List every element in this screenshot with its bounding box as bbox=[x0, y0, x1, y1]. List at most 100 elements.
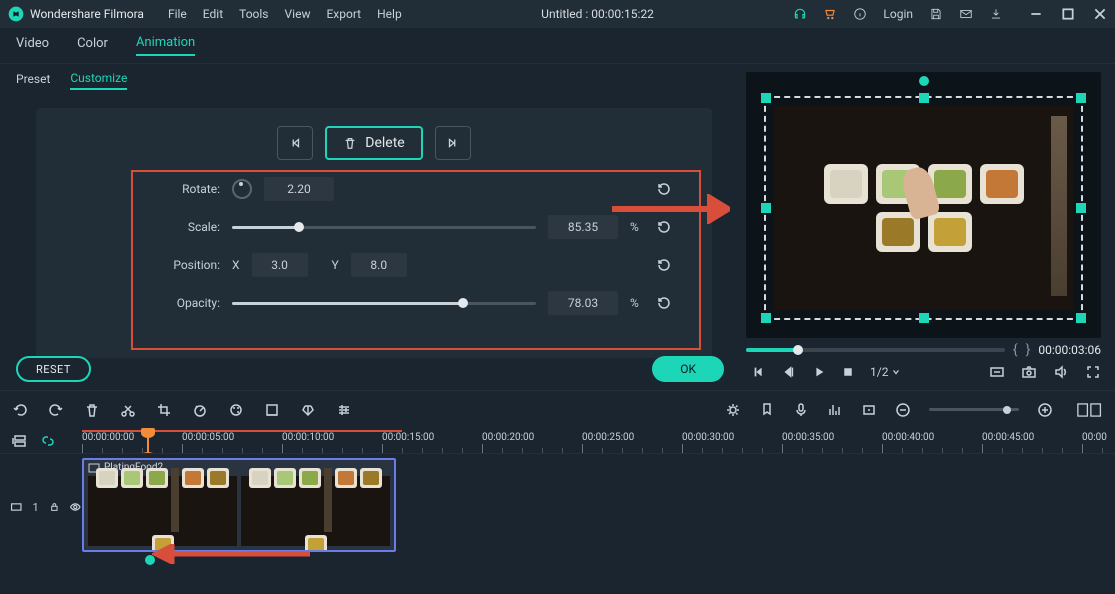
keyframe-next-button[interactable] bbox=[435, 126, 471, 160]
handle-top-right[interactable] bbox=[1076, 93, 1086, 103]
opacity-row: Opacity: % bbox=[36, 284, 712, 322]
preview-zoom-select[interactable]: 1/2 bbox=[870, 365, 900, 379]
fullscreen-icon[interactable] bbox=[1085, 364, 1101, 380]
rotate-handle[interactable] bbox=[919, 76, 929, 86]
scale-slider[interactable] bbox=[232, 226, 536, 229]
voiceover-icon[interactable] bbox=[793, 402, 809, 418]
undo-icon[interactable] bbox=[12, 402, 28, 418]
tab-animation[interactable]: Animation bbox=[136, 35, 195, 56]
keyframe-prev-button[interactable] bbox=[277, 126, 313, 160]
customize-panel: Delete Rotate: Scale: % bbox=[36, 108, 712, 358]
cart-icon[interactable] bbox=[823, 7, 837, 21]
support-icon[interactable] bbox=[793, 7, 807, 21]
handle-mid-right[interactable] bbox=[1076, 203, 1086, 213]
video-clip[interactable]: PlatingFood2 bbox=[82, 458, 396, 552]
scale-reset-icon[interactable] bbox=[656, 219, 672, 235]
info-icon[interactable] bbox=[853, 7, 867, 21]
adjust-icon[interactable] bbox=[336, 402, 352, 418]
playhead[interactable] bbox=[147, 428, 149, 453]
keyframe-marker[interactable] bbox=[143, 553, 157, 567]
timeline-zoom-slider[interactable] bbox=[929, 408, 1019, 411]
crop-icon[interactable] bbox=[156, 402, 172, 418]
document-title: Untitled : 00:00:15:22 bbox=[402, 7, 794, 21]
color-icon[interactable] bbox=[228, 402, 244, 418]
track-link-icon[interactable] bbox=[40, 433, 56, 449]
download-icon[interactable] bbox=[989, 7, 1003, 21]
zoom-out-icon[interactable] bbox=[895, 402, 911, 418]
menu-tools[interactable]: Tools bbox=[239, 7, 268, 21]
position-y-label: Y bbox=[332, 258, 339, 272]
save-icon[interactable] bbox=[929, 7, 943, 21]
audio-mixer-icon[interactable] bbox=[827, 402, 843, 418]
rotate-knob[interactable] bbox=[232, 179, 252, 199]
handle-mid-top[interactable] bbox=[919, 93, 929, 103]
ok-button[interactable]: OK bbox=[652, 356, 724, 382]
mail-icon[interactable] bbox=[959, 7, 973, 21]
opacity-slider[interactable] bbox=[232, 302, 536, 305]
position-x-input[interactable] bbox=[252, 253, 308, 277]
volume-icon[interactable] bbox=[1053, 364, 1069, 380]
rotate-input[interactable] bbox=[264, 177, 334, 201]
track-manage-icon[interactable] bbox=[12, 433, 28, 449]
timeline-ruler[interactable]: 00:00:00:0000:00:05:0000:00:10:0000:00:1… bbox=[0, 428, 1115, 454]
render-icon[interactable] bbox=[725, 402, 741, 418]
position-y-input[interactable] bbox=[351, 253, 407, 277]
window-close-button[interactable] bbox=[1093, 7, 1107, 21]
handle-mid-bottom[interactable] bbox=[919, 313, 929, 323]
rotate-reset-icon[interactable] bbox=[656, 181, 672, 197]
snapshot-icon[interactable] bbox=[1021, 364, 1037, 380]
greenscreen-icon[interactable] bbox=[264, 402, 280, 418]
stop-button[interactable] bbox=[842, 366, 854, 378]
selection-box[interactable] bbox=[764, 96, 1083, 320]
handle-bottom-left[interactable] bbox=[761, 313, 771, 323]
play-backward-button[interactable] bbox=[782, 365, 796, 379]
reset-button[interactable]: RESET bbox=[16, 356, 91, 382]
delete-icon[interactable] bbox=[84, 402, 100, 418]
menu-edit[interactable]: Edit bbox=[203, 7, 223, 21]
login-button[interactable]: Login bbox=[883, 7, 913, 21]
opacity-input[interactable] bbox=[548, 291, 618, 315]
window-maximize-button[interactable] bbox=[1061, 7, 1075, 21]
track-lock-icon[interactable] bbox=[49, 501, 60, 513]
menu-export[interactable]: Export bbox=[326, 7, 361, 21]
mask-icon[interactable] bbox=[300, 402, 316, 418]
position-reset-icon[interactable] bbox=[656, 257, 672, 273]
tab-color[interactable]: Color bbox=[77, 36, 108, 55]
video-track: 1 PlatingFood2 bbox=[0, 454, 1115, 560]
speed-icon[interactable] bbox=[192, 402, 208, 418]
delete-button[interactable]: Delete bbox=[325, 126, 422, 160]
quality-icon[interactable] bbox=[989, 364, 1005, 380]
keyframe-icon[interactable] bbox=[861, 402, 877, 418]
scale-input[interactable] bbox=[548, 215, 618, 239]
menu-view[interactable]: View bbox=[285, 7, 311, 21]
handle-bottom-right[interactable] bbox=[1076, 313, 1086, 323]
marker-icon[interactable] bbox=[759, 402, 775, 418]
mark-out-icon[interactable]: } bbox=[1026, 342, 1031, 358]
handle-top-left[interactable] bbox=[761, 93, 771, 103]
tab-video[interactable]: Video bbox=[16, 36, 49, 55]
redo-icon[interactable] bbox=[48, 402, 64, 418]
opacity-reset-icon[interactable] bbox=[656, 295, 672, 311]
zoom-in-icon[interactable] bbox=[1037, 402, 1053, 418]
handle-mid-left[interactable] bbox=[761, 203, 771, 213]
mark-in-icon[interactable]: { bbox=[1013, 342, 1018, 358]
play-button[interactable] bbox=[812, 365, 826, 379]
window-minimize-button[interactable] bbox=[1029, 7, 1043, 21]
menu-help[interactable]: Help bbox=[377, 7, 402, 21]
position-row: Position: X Y bbox=[36, 246, 712, 284]
zoom-fit-icon[interactable] bbox=[1077, 402, 1103, 418]
app-logo-icon bbox=[8, 6, 24, 22]
step-back-button[interactable] bbox=[752, 365, 766, 379]
position-label: Position: bbox=[156, 258, 220, 272]
preview-viewport[interactable] bbox=[746, 72, 1101, 338]
track-visibility-icon[interactable] bbox=[69, 500, 82, 514]
subtab-preset[interactable]: Preset bbox=[16, 72, 50, 89]
playback-progress[interactable] bbox=[746, 348, 1005, 352]
top-tabs: Video Color Animation bbox=[0, 28, 1115, 64]
player-timecode: 00:00:03:06 bbox=[1038, 343, 1101, 357]
menu-file[interactable]: File bbox=[168, 7, 187, 21]
split-icon[interactable] bbox=[120, 402, 136, 418]
subtab-customize[interactable]: Customize bbox=[70, 71, 127, 90]
track-video-icon bbox=[10, 500, 23, 514]
timeline-toolbar bbox=[0, 390, 1115, 428]
